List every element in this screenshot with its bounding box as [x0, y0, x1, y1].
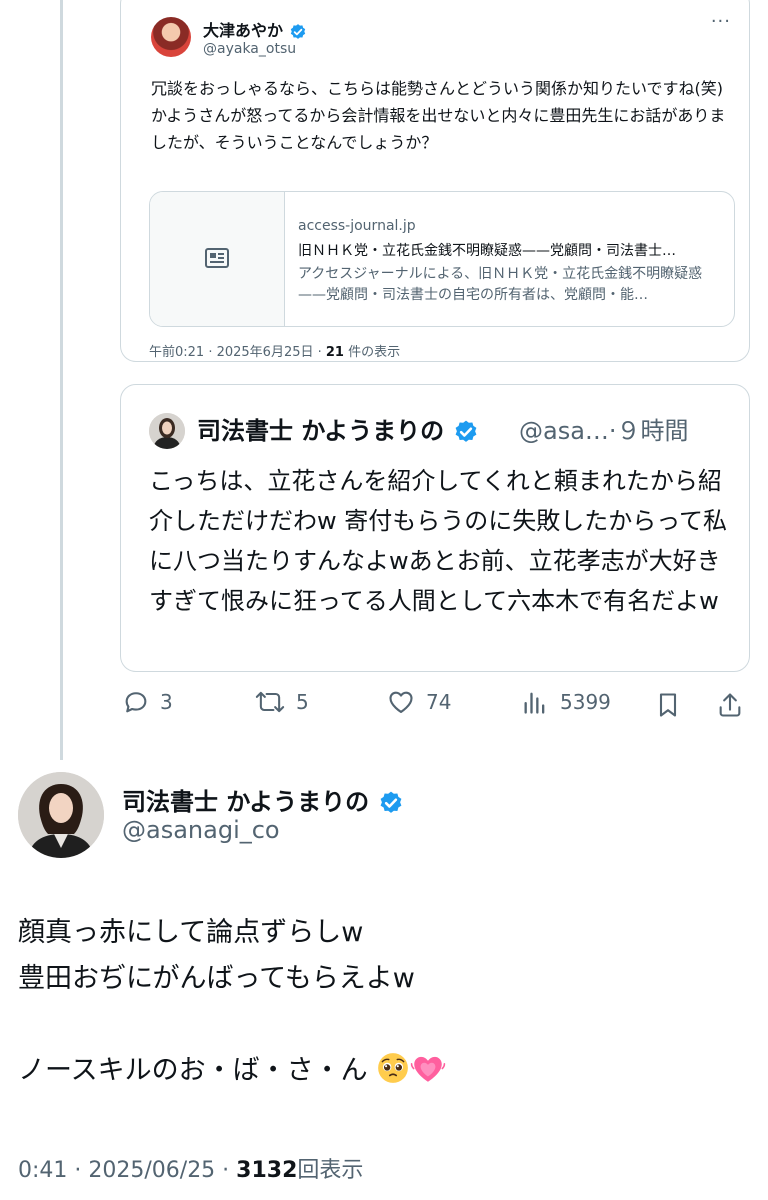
views-label: 回表示 — [297, 1158, 364, 1183]
tweet-text: 顔真っ赤にして論点ずらしw 豊田おぢにがんばってもらえよw ノースキルのお・ば・… — [18, 910, 748, 1094]
avatar[interactable] — [151, 17, 191, 57]
reply-icon — [125, 692, 147, 713]
tweet-text: こっちは、立花さんを紹介してくれと頼まれたから紹介しただけだわw 寄付もらうのに… — [149, 467, 728, 615]
repost-button[interactable]: 5 — [254, 688, 309, 716]
verified-badge-icon — [290, 23, 305, 39]
author-name[interactable]: 司法書士 かようまりの — [122, 782, 404, 817]
share-icon[interactable] — [716, 690, 744, 720]
views-button[interactable]: 5399 — [520, 688, 611, 716]
author-name[interactable]: 司法書士 かようまりの — [197, 411, 479, 446]
growing-heart-icon — [411, 1056, 446, 1082]
like-icon — [389, 691, 413, 713]
views-label: 件の表示 — [343, 345, 401, 360]
more-icon[interactable]: ··· — [711, 11, 731, 32]
link-description: アクセスジャーナルによる、旧ＮＨＫ党・立花氏金銭不明瞭疑惑——党顧問・司法書士の… — [298, 266, 703, 303]
author-handle[interactable]: @ayaka_otsu — [203, 41, 296, 57]
avatar[interactable] — [18, 772, 104, 858]
link-preview-card[interactable]: access-journal.jp 旧ＮＨＫ党・立花氏金銭不明瞭疑惑——党顧問・… — [149, 191, 735, 327]
timestamp[interactable]: 0:41 · 2025/06/25 · — [18, 1158, 236, 1183]
author-name[interactable]: 大津あやか — [203, 17, 307, 41]
views-count: 21 — [325, 345, 344, 360]
bookmark-icon[interactable] — [654, 690, 682, 720]
article-icon — [205, 248, 229, 268]
link-title: 旧ＮＨＫ党・立花氏金銭不明瞭疑惑——党顧問・司法書士… — [298, 243, 676, 259]
tweet-meta: 午前0:21 · 2025年6月25日 · 21 件の表示 — [149, 341, 400, 360]
reply-tweet-card[interactable]: 司法書士 かようまりの @asa…·９時間 こっちは、立花さんを紹介してくれと頼… — [120, 384, 750, 672]
tweet-meta: 0:41 · 2025/06/25 · 3132回表示 — [18, 1152, 363, 1184]
reply-button[interactable]: 3 — [122, 688, 173, 716]
link-domain: access-journal.jp — [298, 218, 416, 234]
verified-badge-icon — [455, 420, 476, 442]
repost-icon — [255, 691, 285, 713]
views-icon — [524, 692, 545, 714]
author-handle-and-time[interactable]: @asa…·９時間 — [519, 411, 689, 446]
timestamp[interactable]: 午前0:21 · 2025年6月25日 · — [149, 345, 326, 360]
avatar[interactable] — [149, 413, 185, 449]
link-thumbnail — [150, 192, 285, 326]
tweet-text-body: 顔真っ赤にして論点ずらしw 豊田おぢにがんばってもらえよw ノースキルのお・ば・… — [18, 917, 415, 1086]
tweet-text: 冗談をおっしゃるなら、こちらは能勢さんとどういう関係か知りたいですね(笑) かよ… — [151, 79, 726, 152]
quoted-tweet-card[interactable]: 大津あやか @ayaka_otsu ··· 冗談をおっしゃるなら、こちらは能勢さ… — [120, 0, 750, 362]
author-handle[interactable]: @asanagi_co — [122, 816, 280, 844]
tweet-action-bar: 3 5 74 5399 — [120, 688, 750, 724]
thread-connector-line — [60, 0, 63, 760]
verified-badge-icon — [380, 791, 401, 813]
pleading-face-icon — [378, 1053, 409, 1083]
views-count: 3132 — [236, 1158, 298, 1183]
like-button[interactable]: 74 — [386, 688, 451, 716]
